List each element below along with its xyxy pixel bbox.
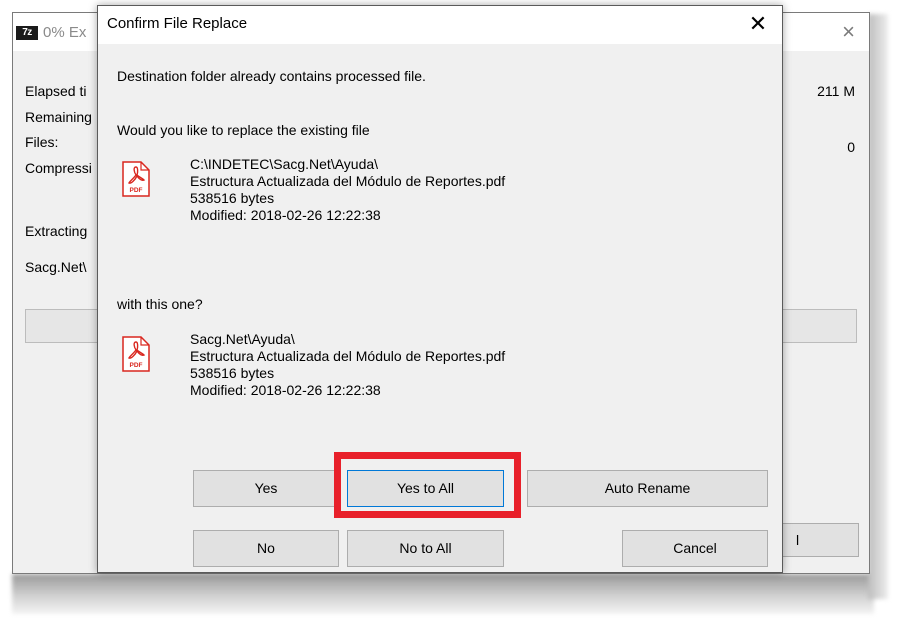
total-size-value: 211 M bbox=[817, 83, 855, 99]
existing-file-size: 538516 bytes bbox=[190, 190, 275, 206]
extracting-label: Extracting bbox=[25, 223, 88, 239]
dialog-titlebar: Confirm File Replace ✕ bbox=[98, 6, 782, 44]
new-file-modified: Modified: 2018-02-26 12:22:38 bbox=[190, 382, 381, 398]
existing-file-modified: Modified: 2018-02-26 12:22:38 bbox=[190, 207, 381, 223]
svg-text:PDF: PDF bbox=[130, 362, 143, 369]
no-to-all-button[interactable]: No to All bbox=[347, 530, 504, 567]
dialog-title: Confirm File Replace bbox=[107, 15, 248, 32]
progress-window-title: 0% Ex bbox=[43, 24, 87, 41]
replace-question: Would you like to replace the existing f… bbox=[117, 122, 370, 138]
close-icon[interactable]: ✕ bbox=[742, 9, 774, 39]
cancel-button[interactable]: Cancel bbox=[622, 530, 768, 567]
remaining-time-label: Remaining bbox=[25, 109, 92, 125]
7zip-app-icon: 7z bbox=[16, 26, 38, 40]
destination-message: Destination folder already contains proc… bbox=[117, 68, 426, 84]
current-file-label: Sacg.Net\ bbox=[25, 259, 87, 275]
yes-button[interactable]: Yes bbox=[193, 470, 339, 507]
with-this-one-label: with this one? bbox=[117, 296, 203, 312]
existing-file-details: C:\INDETEC\Sacg.Net\Ayuda\ Estructura Ac… bbox=[190, 156, 505, 224]
auto-rename-button[interactable]: Auto Rename bbox=[527, 470, 768, 507]
files-label: Files: bbox=[25, 134, 59, 150]
compression-label: Compressi bbox=[25, 160, 92, 176]
new-file-path: Sacg.Net\Ayuda\ bbox=[190, 331, 295, 347]
pdf-file-icon: PDF bbox=[122, 161, 150, 197]
new-file-size: 538516 bytes bbox=[190, 365, 275, 381]
svg-text:PDF: PDF bbox=[130, 187, 143, 194]
pdf-file-icon: PDF bbox=[122, 336, 150, 372]
new-file-details: Sacg.Net\Ayuda\ Estructura Actualizada d… bbox=[190, 331, 505, 399]
progress-close-icon[interactable]: × bbox=[842, 19, 855, 45]
window-shadow bbox=[12, 574, 874, 614]
files-count-value: 0 bbox=[847, 139, 855, 155]
new-file-name: Estructura Actualizada del Módulo de Rep… bbox=[190, 348, 506, 364]
no-button[interactable]: No bbox=[193, 530, 339, 567]
confirm-file-replace-dialog: Confirm File Replace ✕ Destination folde… bbox=[97, 5, 783, 573]
yes-to-all-button[interactable]: Yes to All bbox=[347, 470, 504, 507]
elapsed-time-label: Elapsed ti bbox=[25, 83, 87, 99]
window-shadow-right bbox=[868, 14, 888, 599]
existing-file-name: Estructura Actualizada del Módulo de Rep… bbox=[190, 173, 506, 189]
existing-file-path: C:\INDETEC\Sacg.Net\Ayuda\ bbox=[190, 156, 379, 172]
